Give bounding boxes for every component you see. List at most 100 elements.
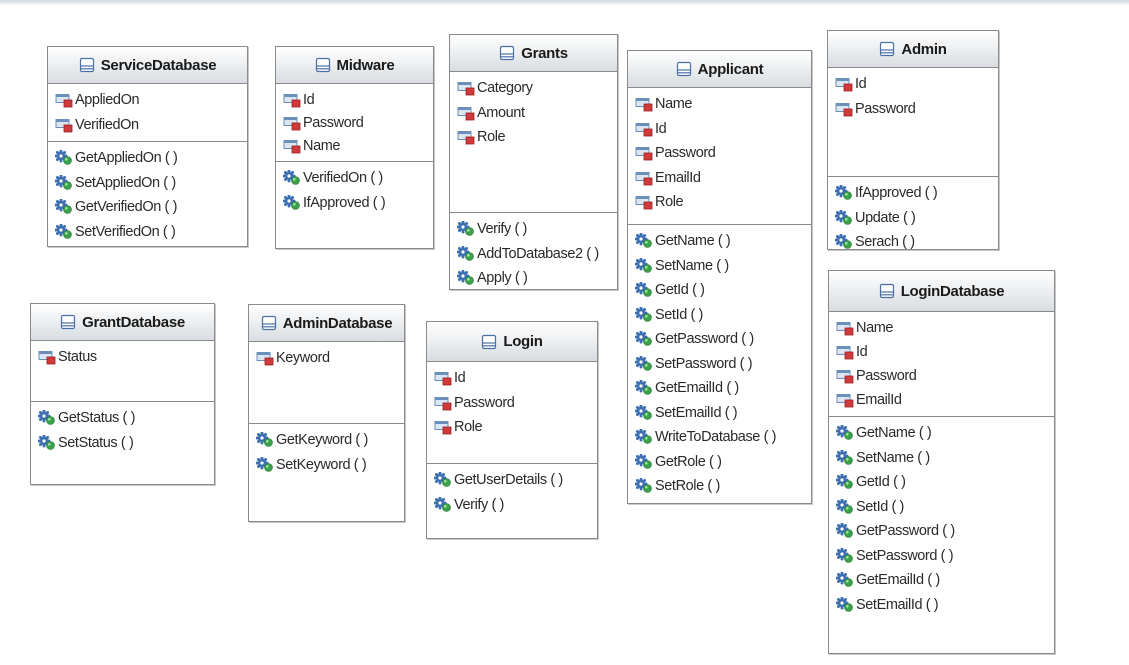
attribute-item[interactable]: Password <box>283 111 433 134</box>
operation-item[interactable]: Update ( ) <box>835 206 998 231</box>
operation-item[interactable]: GetName ( ) <box>836 421 1054 446</box>
operation-item[interactable]: AddToDatabase2 ( ) <box>457 242 617 267</box>
attribute-item[interactable]: Category <box>457 76 617 101</box>
operation-item[interactable]: Apply ( ) <box>457 266 617 289</box>
class-admin-database[interactable]: AdminDatabase Keyword GetKeyword ( ) SetK… <box>248 304 405 522</box>
attribute-item[interactable]: Role <box>635 190 811 215</box>
attribute-item[interactable]: Password <box>835 97 998 122</box>
operation-item[interactable]: GetId ( ) <box>836 470 1054 495</box>
attribute-item[interactable]: VerifiedOn <box>55 113 247 138</box>
attribute-item[interactable]: Status <box>38 345 214 370</box>
public-operation-icon <box>256 456 274 473</box>
operation-item[interactable]: Verify ( ) <box>457 217 617 242</box>
operation-item[interactable]: SetPassword ( ) <box>836 544 1054 569</box>
operation-item[interactable]: VerifiedOn ( ) <box>283 166 433 191</box>
attribute-item[interactable]: EmailId <box>635 166 811 191</box>
operation-item[interactable]: GetVerifiedOn ( ) <box>55 195 247 220</box>
operation-item[interactable]: GetId ( ) <box>635 278 811 303</box>
attribute-item[interactable]: Role <box>457 125 617 150</box>
attribute-item[interactable]: Id <box>836 340 1054 364</box>
attribute-item[interactable]: EmailId <box>836 388 1054 412</box>
operation-item[interactable]: SetId ( ) <box>635 303 811 328</box>
class-name: Admin <box>901 40 947 58</box>
operation-item[interactable]: GetKeyword ( ) <box>256 428 404 453</box>
class-header[interactable]: AdminDatabase <box>249 305 404 342</box>
public-operation-icon <box>434 472 452 488</box>
operation-label: GetUserDetails ( ) <box>454 472 563 489</box>
public-operation-icon <box>457 221 475 237</box>
class-header[interactable]: Applicant <box>628 51 811 88</box>
attribute-item[interactable]: Password <box>434 391 597 416</box>
attribute-item[interactable]: Keyword <box>256 346 404 371</box>
attribute-item[interactable]: Role <box>434 415 597 440</box>
operation-item[interactable]: SetPassword ( ) <box>635 352 811 377</box>
operation-item[interactable]: Serach ( ) <box>835 230 998 249</box>
public-operation-icon <box>635 380 653 396</box>
operation-item[interactable]: GetName ( ) <box>635 229 811 254</box>
class-header[interactable]: ServiceDatabase <box>48 47 247 84</box>
class-header[interactable]: Login <box>427 322 597 362</box>
attribute-item[interactable]: Id <box>635 117 811 142</box>
class-midware[interactable]: Midware Id Password Name VerifiedOn ( ) IfA… <box>275 46 434 249</box>
class-name: ServiceDatabase <box>100 56 217 74</box>
class-login-database[interactable]: LoginDatabase Name Id Password EmailId GetN… <box>828 270 1055 654</box>
operation-item[interactable]: SetName ( ) <box>635 254 811 279</box>
operation-label: SetId ( ) <box>655 306 703 323</box>
attribute-label: Id <box>855 76 867 93</box>
attribute-label: EmailId <box>856 392 902 408</box>
operation-item[interactable]: GetUserDetails ( ) <box>434 468 597 493</box>
operation-item[interactable]: GetAppliedOn ( ) <box>55 146 247 171</box>
class-header[interactable]: Grants <box>450 35 617 72</box>
operation-item[interactable]: SetVerifiedOn ( ) <box>55 220 247 245</box>
operation-item[interactable]: GetEmailId ( ) <box>635 376 811 401</box>
operation-item[interactable]: IfApproved ( ) <box>283 191 433 216</box>
operation-item[interactable]: GetEmailId ( ) <box>836 568 1054 593</box>
attribute-item[interactable]: Name <box>635 92 811 117</box>
operation-item[interactable]: SetName ( ) <box>836 446 1054 471</box>
operation-item[interactable]: SetEmailId ( ) <box>836 593 1054 618</box>
class-grant-database[interactable]: GrantDatabase Status GetStatus ( ) SetSta… <box>30 303 215 485</box>
operation-item[interactable]: SetAppliedOn ( ) <box>55 171 247 196</box>
attribute-label: Status <box>58 349 97 366</box>
operation-item[interactable]: GetRole ( ) <box>635 450 811 475</box>
attribute-item[interactable]: Id <box>434 366 597 391</box>
attribute-item[interactable]: Password <box>635 141 811 166</box>
attribute-label: Password <box>454 394 515 411</box>
operation-item[interactable]: GetPassword ( ) <box>635 327 811 352</box>
attribute-item[interactable]: Id <box>835 72 998 97</box>
class-header[interactable]: LoginDatabase <box>829 271 1054 312</box>
public-operation-icon <box>836 498 854 515</box>
class-grants[interactable]: Grants Category Amount Role Verify ( ) AddT… <box>449 34 618 290</box>
operation-item[interactable]: Verify ( ) <box>434 493 597 518</box>
operation-item[interactable]: GetStatus ( ) <box>38 406 214 431</box>
class-header[interactable]: GrantDatabase <box>31 304 214 341</box>
operation-item[interactable]: WriteToDatabase ( ) <box>635 425 811 450</box>
attribute-item[interactable]: Name <box>836 316 1054 340</box>
operation-item[interactable]: SetKeyword ( ) <box>256 453 404 478</box>
private-attribute-icon <box>283 138 301 154</box>
attribute-item[interactable]: AppliedOn <box>55 88 247 113</box>
attribute-label: Name <box>856 320 894 336</box>
attribute-item[interactable]: Id <box>283 88 433 111</box>
public-operation-icon <box>635 306 653 323</box>
attribute-label: Role <box>477 129 506 146</box>
attribute-item[interactable]: Amount <box>457 101 617 126</box>
attribute-item[interactable]: Password <box>836 364 1054 388</box>
operation-item[interactable]: SetStatus ( ) <box>38 431 214 456</box>
operation-item[interactable]: SetId ( ) <box>836 495 1054 520</box>
private-attribute-icon <box>434 370 452 386</box>
operation-item[interactable]: GetPassword ( ) <box>836 519 1054 544</box>
class-admin[interactable]: Admin Id Password IfApproved ( ) Update ( … <box>827 30 999 250</box>
attributes-compartment: Id Password Name <box>276 84 433 162</box>
operation-item[interactable]: SetEmailId ( ) <box>635 401 811 426</box>
class-applicant[interactable]: Applicant Name Id Password EmailId Role GetN… <box>627 50 812 504</box>
operation-item[interactable]: IfApproved ( ) <box>835 181 998 206</box>
attribute-item[interactable]: Name <box>283 134 433 157</box>
class-service-database[interactable]: ServiceDatabase AppliedOn VerifiedOn GetA… <box>47 46 248 247</box>
class-header[interactable]: Admin <box>828 31 998 68</box>
operation-item[interactable]: SetRole ( ) <box>635 474 811 499</box>
class-login[interactable]: Login Id Password Role GetUserDetails ( ) V… <box>426 321 598 539</box>
class-header[interactable]: Midware <box>276 47 433 84</box>
operation-label: GetStatus ( ) <box>58 410 135 427</box>
operations-compartment: VerifiedOn ( ) IfApproved ( ) <box>276 162 433 248</box>
